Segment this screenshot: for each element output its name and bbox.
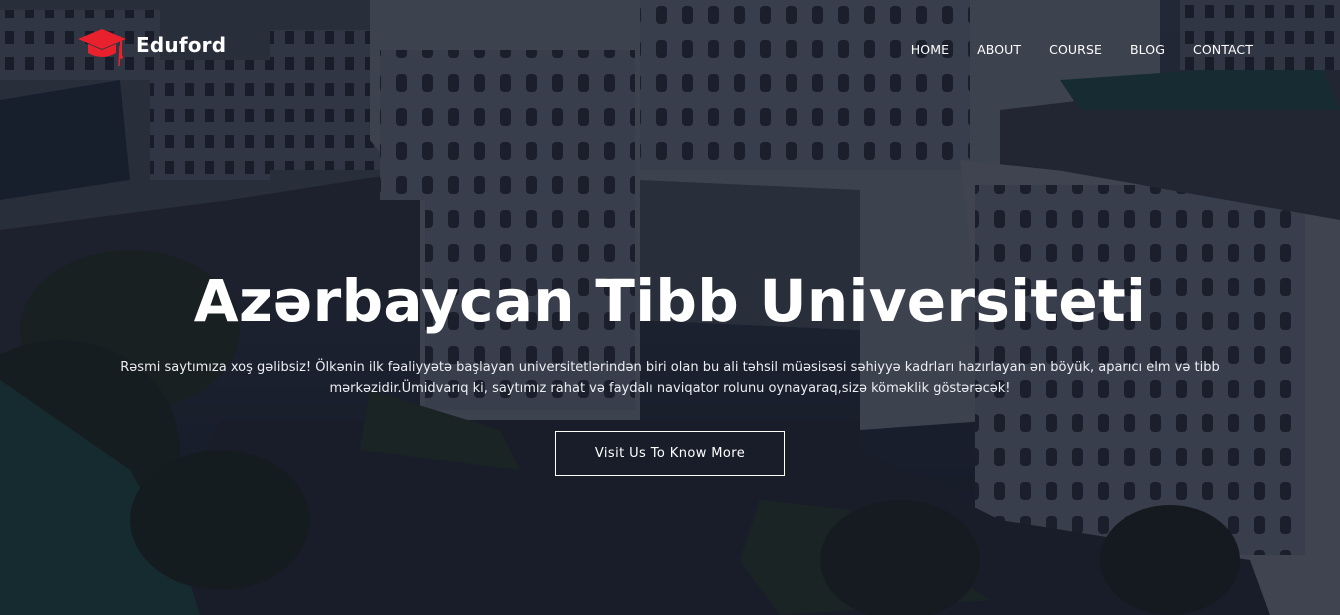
nav-menu: HOME ABOUT COURSE BLOG CONTACT bbox=[911, 41, 1253, 59]
hero-section: Eduford HOME ABOUT COURSE BLOG CONTACT A… bbox=[0, 0, 1340, 615]
nav-link-home[interactable]: HOME bbox=[911, 42, 949, 57]
hero-title: Azərbaycan Tibb Universiteti bbox=[193, 267, 1147, 335]
hero-content: Azərbaycan Tibb Universiteti Rəsmi saytı… bbox=[0, 262, 1340, 476]
visit-us-button[interactable]: Visit Us To Know More bbox=[555, 431, 785, 476]
nav-link-about[interactable]: ABOUT bbox=[977, 42, 1021, 57]
hero-description: Rəsmi saytımıza xoş gəlibsiz! Ölkənin il… bbox=[120, 360, 1220, 396]
graduation-cap-icon bbox=[78, 29, 126, 67]
brand-logo[interactable]: Eduford bbox=[77, 26, 226, 68]
nav-link-blog[interactable]: BLOG bbox=[1130, 42, 1165, 57]
navbar: Eduford HOME ABOUT COURSE BLOG CONTACT bbox=[0, 0, 1340, 96]
nav-link-course[interactable]: COURSE bbox=[1049, 42, 1102, 57]
nav-link-contact[interactable]: CONTACT bbox=[1193, 42, 1253, 57]
brand-name: Eduford bbox=[136, 33, 227, 57]
